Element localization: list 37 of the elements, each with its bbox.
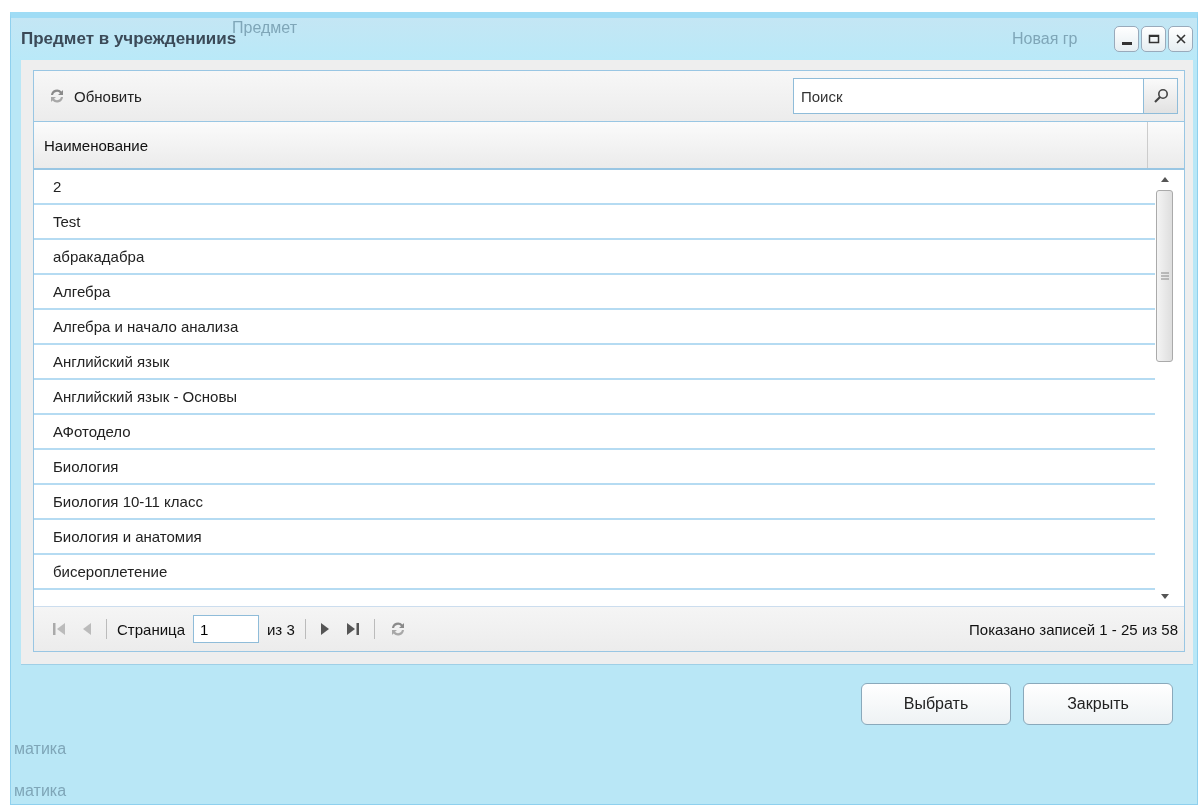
background-text: матика [14,782,67,800]
grip-icon [1160,272,1169,280]
scroll-down-icon[interactable] [1160,594,1169,600]
background-text: Новая гр [1012,30,1078,48]
table-cell[interactable]: Алгебра [34,275,1155,310]
table-cell[interactable]: Биология и анатомия [34,520,1155,555]
close-icon [1174,33,1187,45]
background-text: Предмет [232,19,297,36]
dialog-button[interactable]: Выбрать [861,683,1011,725]
table-cell[interactable]: Английский язык [34,345,1155,380]
table-cell[interactable]: Английский язык - Основы [34,380,1155,415]
maximize-icon [1147,33,1160,45]
search-icon[interactable] [1144,78,1178,114]
close-button[interactable] [1168,26,1193,52]
minimize-icon [1121,41,1132,45]
table-cell[interactable]: Test [34,205,1155,240]
table-cell[interactable]: Алгебра и начало анализа [34,310,1155,345]
page-number-field[interactable]: 1 [193,615,259,643]
record-count-text: Показано записей 1 - 25 из 58 [969,620,1178,638]
table-cell[interactable]: бисероплетение [34,555,1155,590]
refresh-icon [48,87,66,105]
last-page-icon[interactable] [345,621,360,637]
maximize-button[interactable] [1141,26,1166,52]
page-label: Страница [117,620,185,638]
search-field[interactable]: Поиск [793,78,1144,114]
next-page-icon[interactable] [319,621,330,637]
table-cell[interactable]: Биология [34,450,1155,485]
table-cell[interactable]: 2 [34,170,1155,205]
minimize-button[interactable] [1114,26,1139,52]
dialog-button[interactable]: Закрыть [1023,683,1173,725]
refresh-button[interactable]: Обновить [44,87,146,105]
table-cell[interactable]: АФотодело [34,415,1155,450]
table-cell[interactable]: абракадабра [34,240,1155,275]
page-count-label: из 3 [267,620,295,638]
scroll-up-icon[interactable] [1160,176,1169,182]
table-cell[interactable]: Биология 10-11 класс [34,485,1155,520]
background-text: матика [14,740,67,758]
